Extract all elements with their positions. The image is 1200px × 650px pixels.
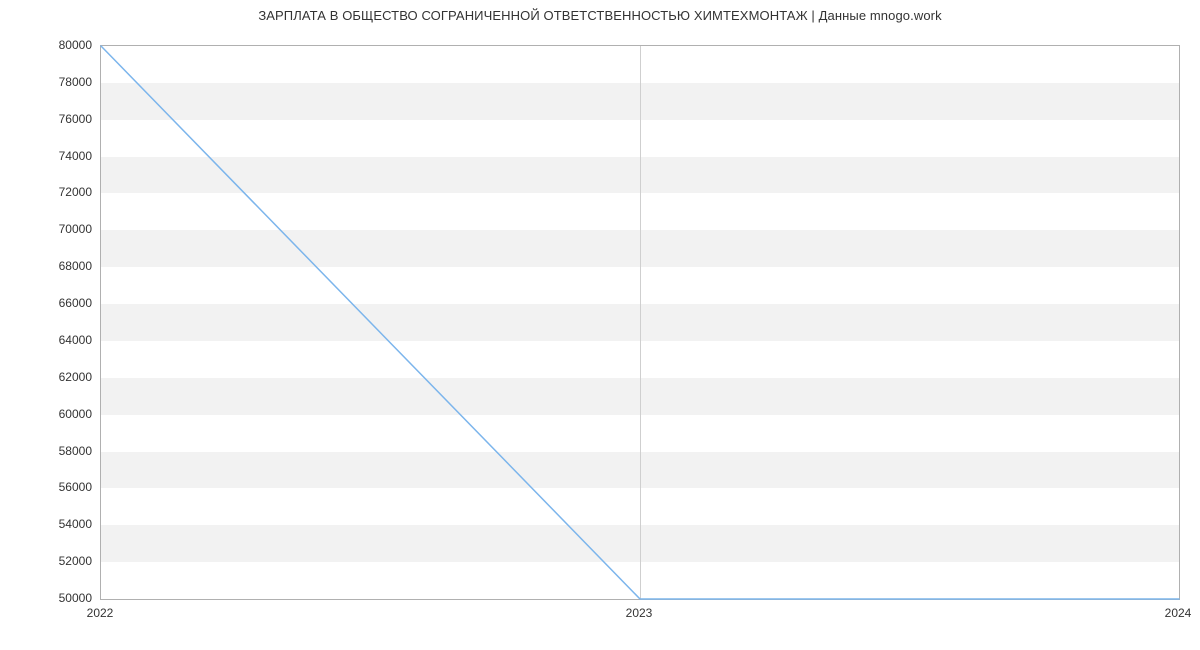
y-tick-label: 80000 [12,38,92,52]
x-tick-label: 2024 [1165,606,1192,620]
y-tick-label: 70000 [12,222,92,236]
y-tick-label: 60000 [12,407,92,421]
y-tick-label: 52000 [12,554,92,568]
x-tick-label: 2023 [626,606,653,620]
y-tick-label: 64000 [12,333,92,347]
y-tick-label: 54000 [12,517,92,531]
y-tick-label: 68000 [12,259,92,273]
y-tick-label: 62000 [12,370,92,384]
line-layer [101,46,1179,599]
x-tick-label: 2022 [87,606,114,620]
y-tick-label: 78000 [12,75,92,89]
salary-chart: ЗАРПЛАТА В ОБЩЕСТВО СОГРАНИЧЕННОЙ ОТВЕТС… [0,0,1200,650]
y-tick-label: 58000 [12,444,92,458]
y-tick-label: 50000 [12,591,92,605]
y-tick-label: 66000 [12,296,92,310]
y-tick-label: 74000 [12,149,92,163]
chart-title: ЗАРПЛАТА В ОБЩЕСТВО СОГРАНИЧЕННОЙ ОТВЕТС… [0,8,1200,23]
plot-area [100,45,1180,600]
y-tick-label: 72000 [12,185,92,199]
series-line [101,46,1179,599]
y-tick-label: 76000 [12,112,92,126]
y-tick-label: 56000 [12,480,92,494]
